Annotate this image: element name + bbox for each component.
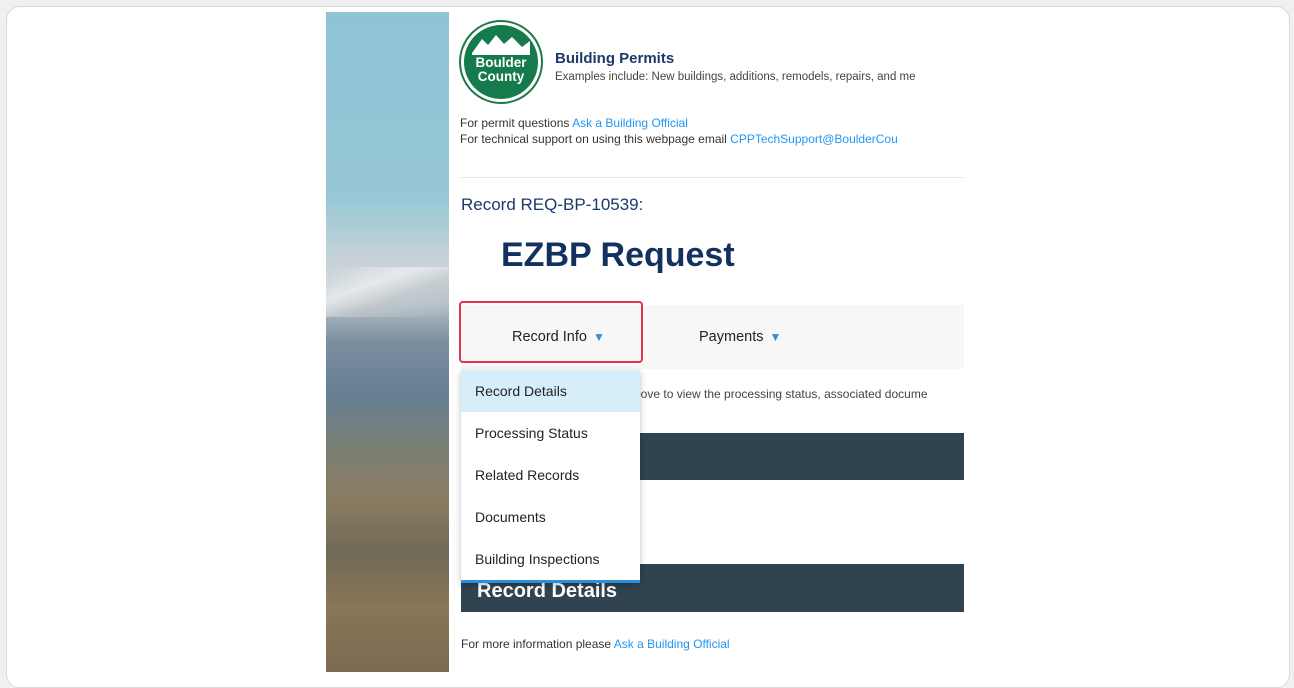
menu-item-related-records[interactable]: Related Records — [461, 454, 640, 496]
module-description: Examples include: New buildings, additio… — [555, 71, 916, 83]
footer-ask-official-link[interactable]: Ask a Building Official — [614, 637, 730, 651]
background-mountain-image — [326, 12, 449, 672]
tab-record-info-label: Record Info — [512, 329, 587, 345]
record-details-title: Record Details — [477, 580, 618, 602]
menu-item-processing-status[interactable]: Processing Status — [461, 412, 640, 454]
module-title: Building Permits — [555, 50, 675, 67]
menu-item-building-inspections[interactable]: Building Inspections — [461, 538, 640, 580]
permit-question-text: For permit questions — [460, 116, 573, 130]
menu-item-documents[interactable]: Documents — [461, 496, 640, 538]
tab-record-info[interactable]: Record Info ▼ — [512, 305, 605, 369]
help-text: For permit questions Ask a Building Offi… — [460, 115, 898, 147]
footer-note: For more information please Ask a Buildi… — [461, 637, 730, 651]
mountain-logo-icon — [472, 35, 530, 55]
page-content: Boulder County Building Permits Examples… — [449, 12, 964, 672]
menu-item-record-details[interactable]: Record Details — [461, 370, 640, 412]
tech-support-email-link[interactable]: CPPTechSupport@BoulderCou — [730, 132, 898, 146]
logo-line1: Boulder — [475, 55, 527, 70]
tab-payments-label: Payments — [699, 329, 764, 345]
instruction-text: bove to view the processing status, asso… — [634, 387, 928, 401]
record-info-dropdown: Record Details Processing Status Related… — [461, 370, 640, 583]
tech-support-text: For technical support on using this webp… — [460, 132, 731, 146]
tab-payments[interactable]: Payments ▼ — [699, 305, 781, 369]
county-logo: Boulder County — [459, 20, 543, 104]
footer-text: For more information please — [461, 637, 614, 651]
record-tab-bar: Record Info ▼ Payments ▼ — [459, 301, 964, 369]
logo-badge: Boulder County — [464, 25, 538, 99]
record-title: EZBP Request — [501, 236, 735, 274]
caret-down-icon: ▼ — [769, 330, 782, 344]
caret-down-icon: ▼ — [592, 330, 605, 344]
ask-official-link[interactable]: Ask a Building Official — [572, 116, 688, 130]
logo-line2: County — [477, 69, 525, 84]
record-id: Record REQ-BP-10539: — [461, 195, 644, 214]
